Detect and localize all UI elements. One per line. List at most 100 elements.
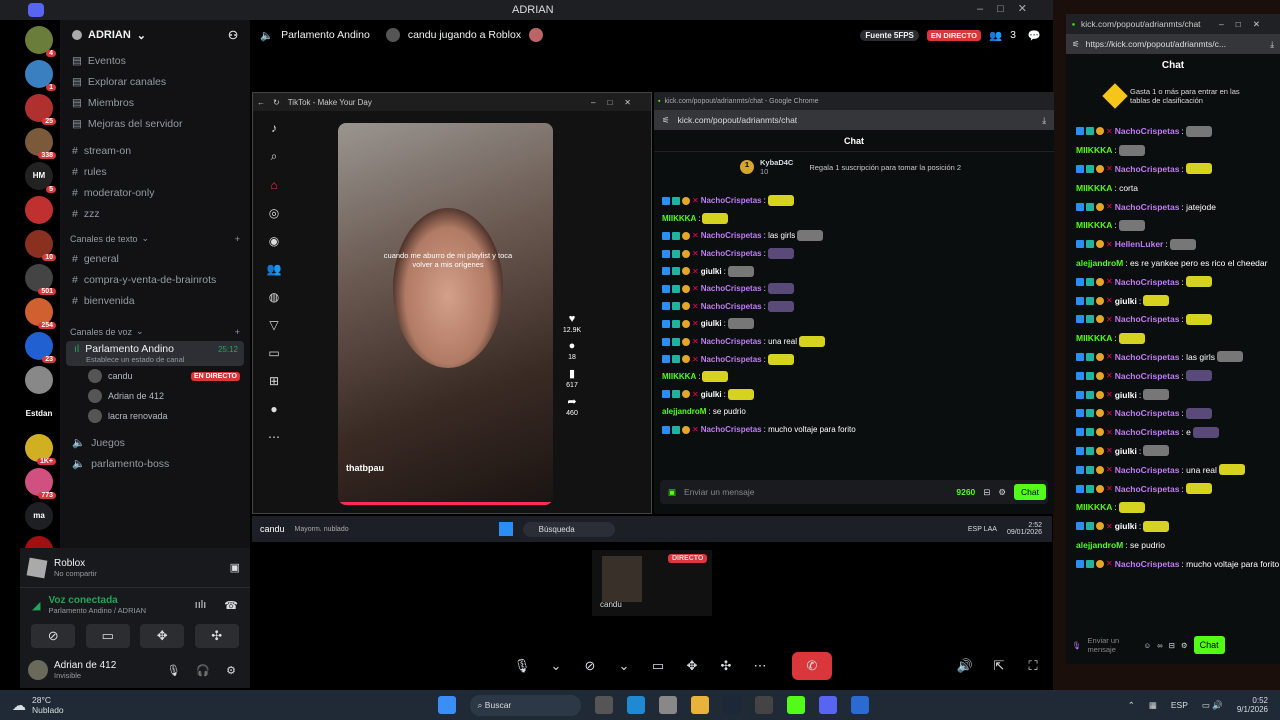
chat-username[interactable]: NachoCrispetas <box>1115 202 1180 212</box>
profile-icon[interactable]: ◍ <box>269 290 279 304</box>
channel-compra-y-venta-de-brainrots[interactable]: # compra-y-venta-de-brainrots <box>60 269 250 290</box>
messages-icon[interactable]: ▽ <box>269 318 278 332</box>
chat-username[interactable]: giulki <box>701 319 722 328</box>
chat-message[interactable]: ✕ NachoCrispetas: <box>1066 122 1280 141</box>
chat-username[interactable]: MIIKKKA <box>662 214 696 223</box>
kick1-settings-icon[interactable]: ⚙ <box>998 487 1006 498</box>
video-progress[interactable] <box>338 502 553 505</box>
tray-chevron-icon[interactable]: ⌃ <box>1128 700 1135 711</box>
chat-username[interactable]: NachoCrispetas <box>701 302 762 311</box>
tiktok-window-controls[interactable]: –□✕ <box>591 98 643 107</box>
headphones-icon[interactable]: 🎧 <box>196 664 210 677</box>
store-icon[interactable] <box>659 696 678 714</box>
chat-message[interactable]: alejjandroM: se pudrio <box>1066 536 1280 555</box>
chat-message[interactable]: ✕ NachoCrispetas: <box>1066 310 1280 329</box>
start-icon[interactable] <box>437 696 456 714</box>
live-icon[interactable]: ◉ <box>269 234 279 248</box>
chat-username[interactable]: NachoCrispetas <box>1115 484 1180 494</box>
chat-message[interactable]: ✕ NachoCrispetas: <box>654 245 1054 263</box>
channel-moderator-only[interactable]: # moderator-only <box>60 182 250 203</box>
taskbar-search[interactable]: ⌕ Buscar <box>469 694 582 716</box>
chat-username[interactable]: NachoCrispetas <box>1115 314 1180 324</box>
channel-stream-on[interactable]: # stream-on <box>60 140 250 161</box>
chat-message[interactable]: MIIKKKA: corta <box>1066 178 1280 197</box>
more-icon[interactable]: ⋯ <box>748 654 772 678</box>
explorer-icon[interactable] <box>691 696 710 714</box>
add-member-icon[interactable]: ⚇ <box>228 29 238 42</box>
kick2-emote-icon[interactable]: ☺ <box>1144 641 1152 650</box>
chat-message[interactable]: ✕ NachoCrispetas: <box>654 280 1054 298</box>
share-icon[interactable]: ➦ <box>567 395 576 408</box>
bookmark-icon[interactable]: ▮ <box>569 367 575 380</box>
channel-rules[interactable]: # rules <box>60 161 250 182</box>
mic-icon[interactable]: 🎙 <box>510 654 534 678</box>
chat-bubble-icon[interactable]: 💬 <box>1028 29 1041 42</box>
activities-icon[interactable]: ✥ <box>140 624 185 648</box>
edge-icon[interactable] <box>627 696 646 714</box>
chat-message[interactable]: MIIKKKA: <box>654 210 1054 228</box>
kick2-window-controls[interactable]: –□✕ <box>1219 19 1272 30</box>
chat-username[interactable]: NachoCrispetas <box>701 355 762 364</box>
activities-icon[interactable]: ✥ <box>680 654 704 678</box>
chat-message[interactable]: ✕ giulki: <box>654 262 1054 280</box>
task-view-icon[interactable] <box>595 696 614 714</box>
server-header[interactable]: ADRIAN ⌄ ⚇ <box>60 20 250 50</box>
kick-app-icon[interactable] <box>787 696 806 714</box>
chat-message[interactable]: ✕ NachoCrispetas: las girls <box>1066 348 1280 367</box>
chat-message[interactable]: ✕ NachoCrispetas: una real <box>1066 460 1280 479</box>
chat-username[interactable]: alejjandroM <box>662 407 706 416</box>
chat-message[interactable]: ✕ NachoCrispetas: una real <box>654 333 1054 351</box>
chat-username[interactable]: MIIKKKA <box>1076 333 1112 343</box>
chat-message[interactable]: ✕ NachoCrispetas: <box>1066 366 1280 385</box>
server-icon[interactable]: 1 <box>25 60 56 91</box>
server-icon[interactable]: 25 <box>25 94 56 125</box>
chat-username[interactable]: giulki <box>1115 390 1137 400</box>
chat-message[interactable]: ✕ NachoCrispetas: <box>654 350 1054 368</box>
network-icon[interactable]: ▦ <box>1149 700 1157 711</box>
stream-thumbnail[interactable]: DIRECTO candu <box>592 550 712 616</box>
server-icon[interactable] <box>25 196 53 224</box>
chat-message[interactable]: ✕ NachoCrispetas: <box>1066 272 1280 291</box>
chat-message[interactable]: alejjandroM: es re yankee pero es rico e… <box>1066 254 1280 273</box>
video-username[interactable]: thatbpau <box>346 463 384 473</box>
explore-icon[interactable]: ◎ <box>269 206 279 220</box>
chat-message[interactable]: ✕ giulki: <box>654 315 1054 333</box>
download-icon[interactable]: ⤓ <box>1270 39 1274 50</box>
chat-username[interactable]: NachoCrispetas <box>1115 371 1180 381</box>
back-icon[interactable]: ← <box>257 98 265 107</box>
soundboard-icon[interactable]: ✣ <box>194 624 239 648</box>
chat-username[interactable]: MIIKKKA <box>662 372 696 381</box>
gift-prompt[interactable]: Regala 1 suscripción para tomar la posic… <box>809 163 961 172</box>
chat-message[interactable]: ✕ giulki: <box>1066 291 1280 310</box>
home-icon[interactable]: ⌂ <box>270 178 277 192</box>
chat-message[interactable]: MIIKKKA: <box>1066 141 1280 160</box>
chat-username[interactable]: NachoCrispetas <box>701 196 762 205</box>
server-icon[interactable]: Estdan <box>25 400 53 428</box>
chat-username[interactable]: NachoCrispetas <box>701 425 762 434</box>
chat-message[interactable]: ✕ NachoCrispetas: <box>654 192 1054 210</box>
chat-message[interactable]: ✕ giulki: <box>654 386 1054 404</box>
search-icon[interactable]: ⌕ <box>271 149 278 164</box>
camera-off-icon[interactable]: ⊘ <box>31 624 76 648</box>
chat-username[interactable]: NachoCrispetas <box>1115 126 1180 136</box>
chat-message[interactable]: alejjandroM: se pudrio <box>654 403 1054 421</box>
voice-user[interactable]: candu EN DIRECTO <box>60 366 250 386</box>
download-icon[interactable]: ⤓ <box>1042 115 1046 126</box>
chat-username[interactable]: NachoCrispetas <box>701 249 762 258</box>
server-icon[interactable]: 773 <box>25 468 56 499</box>
chat-username[interactable]: MIIKKKA <box>1076 145 1112 155</box>
chat-username[interactable]: NachoCrispetas <box>1115 277 1180 287</box>
server-icon[interactable]: 338 <box>25 128 56 159</box>
avatar[interactable]: ● <box>270 402 277 416</box>
noise-icon[interactable]: ıılı <box>195 599 207 611</box>
chat-username[interactable]: HellenLuker <box>1115 239 1164 249</box>
server-icon[interactable]: 1K+ <box>25 434 56 465</box>
weather-widget[interactable]: ☁ 28°C Nublado <box>12 695 64 715</box>
like-icon[interactable]: ♥ <box>569 313 576 325</box>
server-menu-item[interactable]: ▤ Eventos <box>60 50 250 71</box>
chat-message[interactable]: ✕ NachoCrispetas: las girls <box>654 227 1054 245</box>
chat-username[interactable]: NachoCrispetas <box>701 231 762 240</box>
chat-username[interactable]: NachoCrispetas <box>1115 164 1180 174</box>
fullscreen-icon[interactable]: ⛶ <box>1021 654 1045 678</box>
voice-status[interactable]: Establece un estado de canal <box>66 355 244 364</box>
